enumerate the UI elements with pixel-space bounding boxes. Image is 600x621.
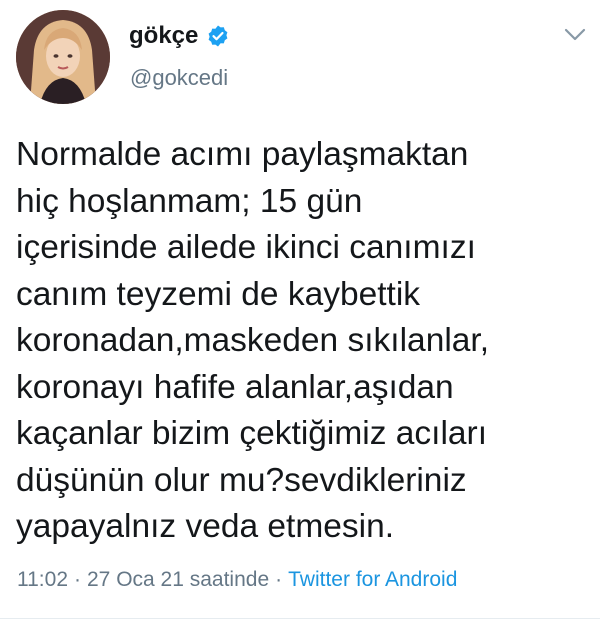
tweet-text-line: koronadan,maskeden sıkılanlar, [16, 322, 490, 359]
tweet-source-link[interactable]: Twitter for Android [288, 568, 457, 591]
tweet-text-line: canım teyzemi de kaybettik [16, 275, 421, 313]
tweet-text-line: kaçanlar bizim çektiğimiz acıları [16, 415, 487, 452]
tweet-text-line: hiç hoşlanmam; 15 gün [16, 182, 363, 220]
tweet-text-line: koronayı hafife alanlar,aşıdan [16, 368, 454, 406]
divider [0, 618, 600, 619]
tweet-meta: 11:02 · 27 Oca 21 saatinde · Twitter for And… [17, 566, 457, 594]
user-handle[interactable]: @gokcedi [130, 64, 228, 92]
meta-separator: · [74, 568, 81, 591]
verified-badge-icon [206, 24, 230, 48]
tweet-text-line: içerisinde ailede ikinci canımızı [16, 229, 476, 266]
tweet-date[interactable]: 27 Oca 21 saatinde [87, 568, 269, 591]
tweet-text: Normalde acımı paylaşmaktan hiç hoşlanma… [16, 132, 586, 551]
avatar-photo [16, 10, 110, 104]
author-row[interactable]: gökçe [129, 22, 230, 50]
tweet-time[interactable]: 11:02 [17, 568, 68, 591]
meta-separator: · [275, 568, 283, 591]
tweet-text-line: yapayalnız veda etmesin. [16, 508, 395, 545]
tweet-card: gökçe @gokcedi Normalde acımı paylaşmakt… [0, 0, 600, 621]
tweet-text-line: Normalde acımı paylaşmaktan [16, 136, 469, 173]
avatar[interactable] [16, 10, 110, 104]
tweet-text-line: düşünün olur mu?sevdikleriniz [16, 461, 467, 499]
chevron-down-icon[interactable] [564, 28, 586, 42]
display-name[interactable]: gökçe [129, 22, 198, 50]
